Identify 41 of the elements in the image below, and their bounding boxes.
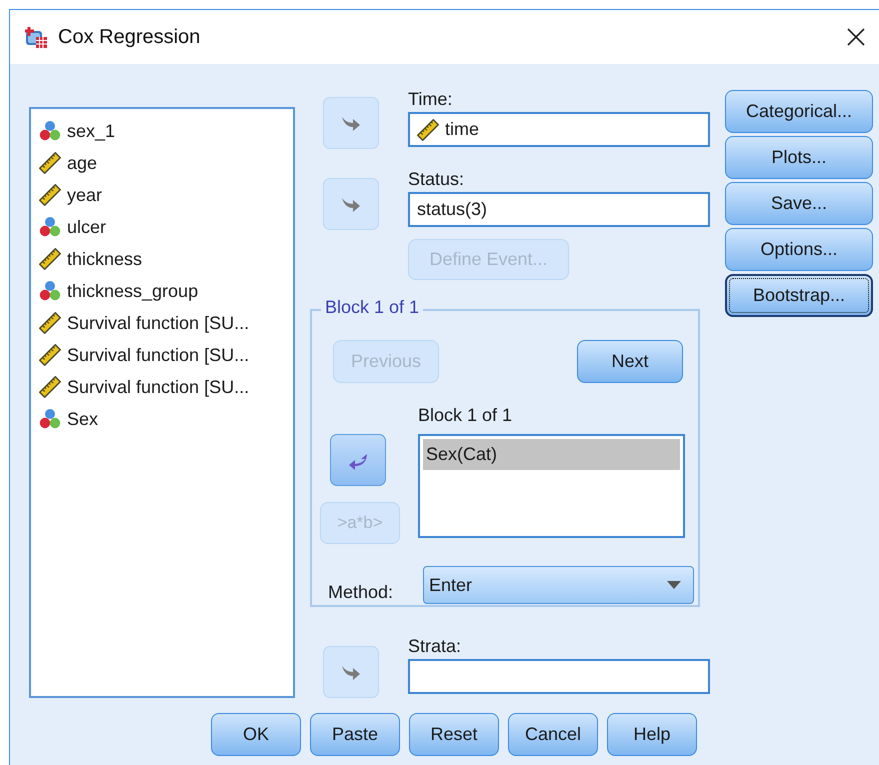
- circles-icon: [39, 216, 61, 238]
- next-button[interactable]: Next: [577, 340, 683, 383]
- variable-item[interactable]: Sex: [67, 408, 98, 430]
- circles-icon: [39, 408, 61, 430]
- dialog-button[interactable]: Paste: [310, 713, 400, 756]
- variable-item[interactable]: thickness_group: [67, 280, 198, 302]
- variable-item[interactable]: sex_1: [67, 120, 116, 142]
- circles-icon: [39, 280, 61, 302]
- dialog-button[interactable]: Plots...: [725, 136, 873, 179]
- variable-item[interactable]: age: [67, 152, 98, 174]
- dialog-button[interactable]: Options...: [725, 228, 873, 271]
- dialog-button[interactable]: Cancel: [508, 713, 598, 756]
- method-label: Method:: [328, 580, 394, 602]
- dialog-button[interactable]: Save...: [725, 182, 873, 225]
- variable-item[interactable]: Survival function [SU...: [67, 376, 250, 398]
- variable-list[interactable]: sex_1 age year ulcer thickness thickness_group Survival function [SU... Survival function [SU... Survival function [SU... Sex: [29, 107, 295, 698]
- dialog-button[interactable]: Categorical...: [725, 90, 873, 133]
- close-icon: [846, 27, 866, 47]
- dialog-button[interactable]: Bootstrap...: [725, 274, 873, 317]
- input-field[interactable]: status(3): [408, 192, 710, 227]
- variable-item[interactable]: thickness: [67, 248, 142, 270]
- circles-icon: [39, 120, 61, 142]
- window-title: Cox Regression: [58, 26, 200, 48]
- variable-item[interactable]: Survival function [SU...: [67, 312, 250, 334]
- app-icon: [24, 25, 48, 49]
- list-label: Block 1 of 1: [418, 404, 514, 427]
- method-dropdown[interactable]: Enter: [423, 566, 694, 604]
- variable-item[interactable]: year: [67, 184, 102, 206]
- field-label: Time:: [408, 88, 454, 111]
- dialog-button[interactable]: Help: [607, 713, 697, 756]
- input-field[interactable]: time: [408, 112, 710, 147]
- move-button[interactable]: [330, 434, 386, 486]
- dialog-button[interactable]: OK: [211, 713, 301, 756]
- dropdown-caret-icon: [667, 581, 681, 589]
- field-label: Strata:: [408, 635, 462, 658]
- dialog-button[interactable]: Reset: [409, 713, 499, 756]
- variable-item[interactable]: Survival function [SU...: [67, 344, 250, 366]
- input-field[interactable]: [408, 659, 710, 694]
- list-item[interactable]: Sex(Cat): [423, 439, 680, 470]
- variable-item[interactable]: ulcer: [67, 216, 106, 238]
- field-label: Status:: [408, 168, 466, 191]
